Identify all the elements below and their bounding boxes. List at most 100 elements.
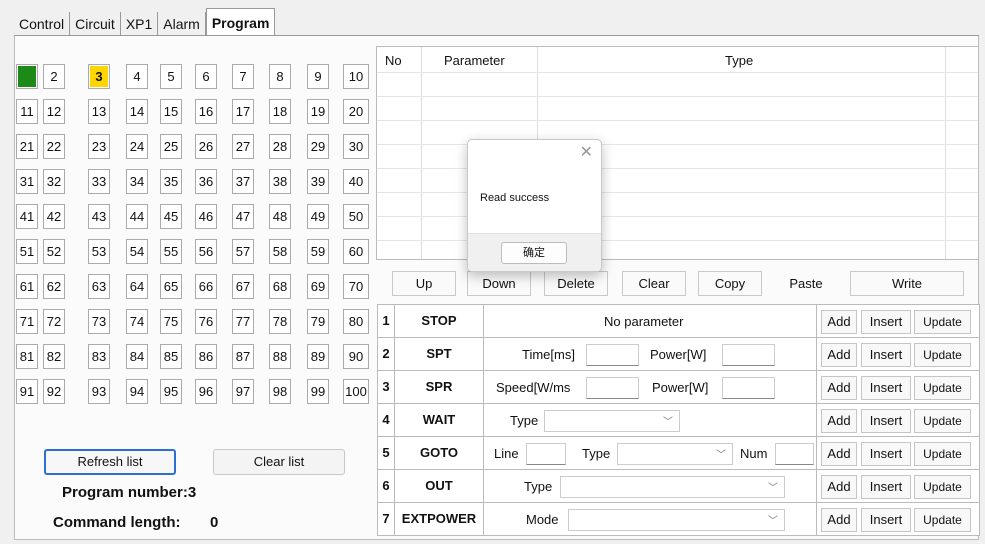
program-button-26[interactable]: 26: [195, 134, 217, 159]
update-button[interactable]: Update: [914, 442, 971, 466]
program-button-22[interactable]: 22: [43, 134, 65, 159]
program-button-20[interactable]: 20: [343, 99, 369, 124]
program-button-18[interactable]: 18: [269, 99, 291, 124]
tab-control[interactable]: Control: [14, 12, 71, 36]
program-button-62[interactable]: 62: [43, 274, 65, 299]
program-button-88[interactable]: 88: [269, 344, 291, 369]
program-button-45[interactable]: 45: [160, 204, 182, 229]
program-button-96[interactable]: 96: [195, 379, 217, 404]
program-button-75[interactable]: 75: [160, 309, 182, 334]
program-button-91[interactable]: 91: [16, 379, 38, 404]
program-button-50[interactable]: 50: [343, 204, 369, 229]
program-button-92[interactable]: 92: [43, 379, 65, 404]
update-button[interactable]: Update: [914, 409, 971, 433]
program-button-40[interactable]: 40: [343, 169, 369, 194]
program-button-93[interactable]: 93: [88, 379, 110, 404]
program-button-11[interactable]: 11: [16, 99, 38, 124]
program-button-38[interactable]: 38: [269, 169, 291, 194]
insert-button[interactable]: Insert: [861, 310, 911, 334]
write-button[interactable]: Write: [850, 271, 964, 296]
ok-button[interactable]: 确定: [501, 242, 567, 264]
program-button-17[interactable]: 17: [232, 99, 254, 124]
insert-button[interactable]: Insert: [861, 409, 911, 433]
program-button-46[interactable]: 46: [195, 204, 217, 229]
program-button-90[interactable]: 90: [343, 344, 369, 369]
program-button-99[interactable]: 99: [307, 379, 329, 404]
add-button[interactable]: Add: [821, 343, 857, 367]
update-button[interactable]: Update: [914, 508, 971, 532]
program-button-78[interactable]: 78: [269, 309, 291, 334]
program-button-44[interactable]: 44: [126, 204, 148, 229]
down-button[interactable]: Down: [467, 271, 531, 296]
program-button-77[interactable]: 77: [232, 309, 254, 334]
program-button-57[interactable]: 57: [232, 239, 254, 264]
program-button-48[interactable]: 48: [269, 204, 291, 229]
tab-program[interactable]: Program: [205, 8, 276, 36]
program-button-76[interactable]: 76: [195, 309, 217, 334]
program-button-28[interactable]: 28: [269, 134, 291, 159]
program-button-68[interactable]: 68: [269, 274, 291, 299]
program-button-15[interactable]: 15: [160, 99, 182, 124]
program-button-94[interactable]: 94: [126, 379, 148, 404]
program-button-2[interactable]: 2: [43, 64, 65, 89]
program-button-63[interactable]: 63: [88, 274, 110, 299]
program-button-51[interactable]: 51: [16, 239, 38, 264]
program-button-43[interactable]: 43: [88, 204, 110, 229]
program-button-9[interactable]: 9: [307, 64, 329, 89]
program-button-5[interactable]: 5: [160, 64, 182, 89]
program-button-70[interactable]: 70: [343, 274, 369, 299]
power-input[interactable]: [722, 344, 775, 366]
update-button[interactable]: Update: [914, 475, 971, 499]
program-button-36[interactable]: 36: [195, 169, 217, 194]
program-button-89[interactable]: 89: [307, 344, 329, 369]
program-button-49[interactable]: 49: [307, 204, 329, 229]
add-button[interactable]: Add: [821, 310, 857, 334]
program-button-98[interactable]: 98: [269, 379, 291, 404]
program-button-47[interactable]: 47: [232, 204, 254, 229]
copy-button[interactable]: Copy: [698, 271, 762, 296]
num-input[interactable]: [775, 443, 814, 465]
program-button-7[interactable]: 7: [232, 64, 254, 89]
program-button-52[interactable]: 52: [43, 239, 65, 264]
insert-button[interactable]: Insert: [861, 343, 911, 367]
tab-alarm[interactable]: Alarm: [158, 12, 206, 36]
program-button-87[interactable]: 87: [232, 344, 254, 369]
program-button-21[interactable]: 21: [16, 134, 38, 159]
speed-input[interactable]: [586, 377, 639, 399]
add-button[interactable]: Add: [821, 409, 857, 433]
program-button-72[interactable]: 72: [43, 309, 65, 334]
program-button-1[interactable]: 1: [16, 64, 38, 89]
program-button-74[interactable]: 74: [126, 309, 148, 334]
add-button[interactable]: Add: [821, 508, 857, 532]
program-button-14[interactable]: 14: [126, 99, 148, 124]
program-button-35[interactable]: 35: [160, 169, 182, 194]
program-button-23[interactable]: 23: [88, 134, 110, 159]
clear-button[interactable]: Clear: [622, 271, 686, 296]
program-button-86[interactable]: 86: [195, 344, 217, 369]
program-button-60[interactable]: 60: [343, 239, 369, 264]
program-button-71[interactable]: 71: [16, 309, 38, 334]
mode-select[interactable]: ﹀: [568, 509, 785, 531]
update-button[interactable]: Update: [914, 310, 971, 334]
add-button[interactable]: Add: [821, 442, 857, 466]
program-button-37[interactable]: 37: [232, 169, 254, 194]
program-button-27[interactable]: 27: [232, 134, 254, 159]
program-button-67[interactable]: 67: [232, 274, 254, 299]
close-icon[interactable]: ✕: [580, 142, 593, 162]
program-button-64[interactable]: 64: [126, 274, 148, 299]
tab-circuit[interactable]: Circuit: [70, 12, 121, 36]
power-input[interactable]: [722, 377, 775, 399]
type-select[interactable]: ﹀: [560, 476, 785, 498]
program-button-56[interactable]: 56: [195, 239, 217, 264]
program-button-32[interactable]: 32: [43, 169, 65, 194]
program-button-73[interactable]: 73: [88, 309, 110, 334]
program-button-55[interactable]: 55: [160, 239, 182, 264]
add-button[interactable]: Add: [821, 475, 857, 499]
program-button-83[interactable]: 83: [88, 344, 110, 369]
update-button[interactable]: Update: [914, 343, 971, 367]
time-input[interactable]: [586, 344, 639, 366]
program-button-19[interactable]: 19: [307, 99, 329, 124]
program-button-58[interactable]: 58: [269, 239, 291, 264]
program-button-24[interactable]: 24: [126, 134, 148, 159]
type-select[interactable]: ﹀: [617, 443, 733, 465]
